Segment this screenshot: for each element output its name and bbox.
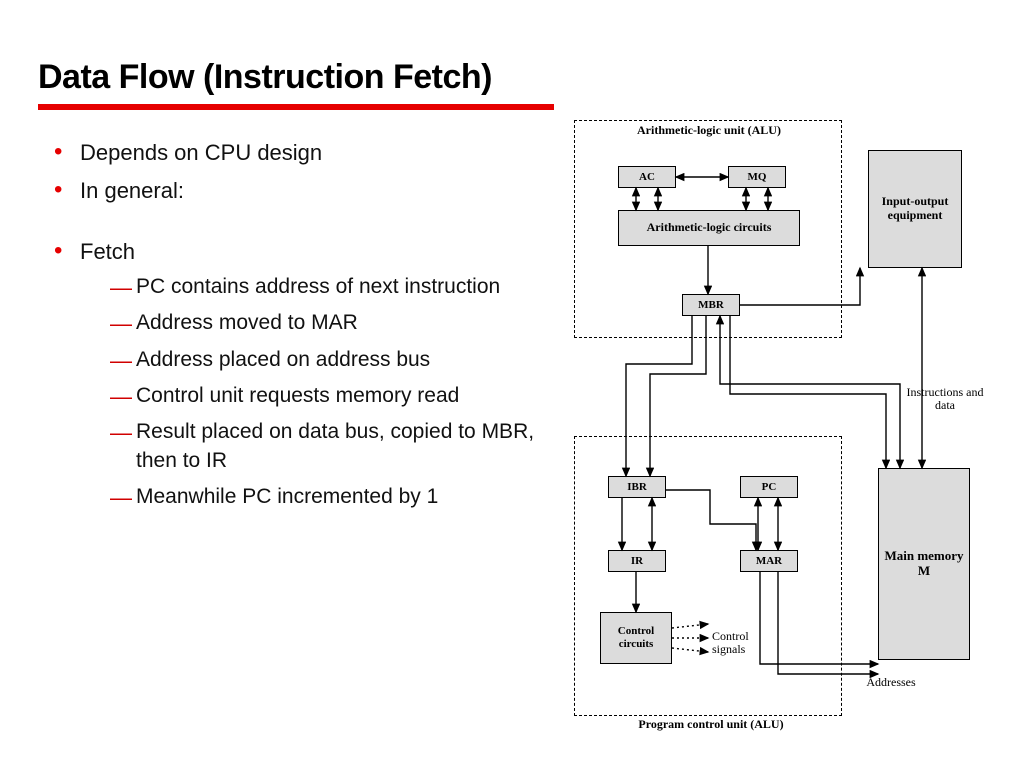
pc-register-block: PC: [740, 476, 798, 498]
slide-content: Depends on CPU design In general: Fetch …: [50, 138, 540, 519]
addresses-label: Addresses: [856, 676, 926, 689]
dash-item: PC contains address of next instruction: [80, 273, 540, 301]
bullet-list: Depends on CPU design In general:: [50, 138, 540, 205]
mar-register-block: MAR: [740, 550, 798, 572]
instructions-data-label: Instructions and data: [900, 386, 990, 412]
main-memory-block: Main memory M: [878, 468, 970, 660]
bullet-item: Fetch PC contains address of next instru…: [50, 237, 540, 511]
alu-group-label: Arithmetic-logic unit (ALU): [606, 124, 812, 137]
ibr-register-block: IBR: [608, 476, 666, 498]
control-circuits-block: Control circuits: [600, 612, 672, 664]
architecture-diagram: Arithmetic-logic unit (ALU) AC MQ Arithm…: [560, 118, 1010, 738]
dash-item: Address moved to MAR: [80, 309, 540, 337]
alu-circuits-block: Arithmetic-logic circuits: [618, 210, 800, 246]
dash-item: Meanwhile PC incremented by 1: [80, 483, 540, 511]
dash-item: Control unit requests memory read: [80, 382, 540, 410]
spacer: [50, 213, 540, 237]
control-signals-label: Control signals: [712, 630, 772, 656]
bullet-label: Fetch: [80, 239, 135, 264]
ac-register-block: AC: [618, 166, 676, 188]
bullet-item: Depends on CPU design: [50, 138, 540, 168]
bullet-item: In general:: [50, 176, 540, 206]
ir-register-block: IR: [608, 550, 666, 572]
dash-item: Address placed on address bus: [80, 346, 540, 374]
dash-list: PC contains address of next instruction …: [80, 273, 540, 511]
mbr-register-block: MBR: [682, 294, 740, 316]
mq-register-block: MQ: [728, 166, 786, 188]
title-underline: [38, 104, 554, 110]
io-equipment-block: Input-output equipment: [868, 150, 962, 268]
slide-title: Data Flow (Instruction Fetch): [38, 58, 492, 97]
pcu-group-label: Program control unit (ALU): [616, 718, 806, 731]
bullet-list: Fetch PC contains address of next instru…: [50, 237, 540, 511]
dash-item: Result placed on data bus, copied to MBR…: [80, 418, 540, 475]
